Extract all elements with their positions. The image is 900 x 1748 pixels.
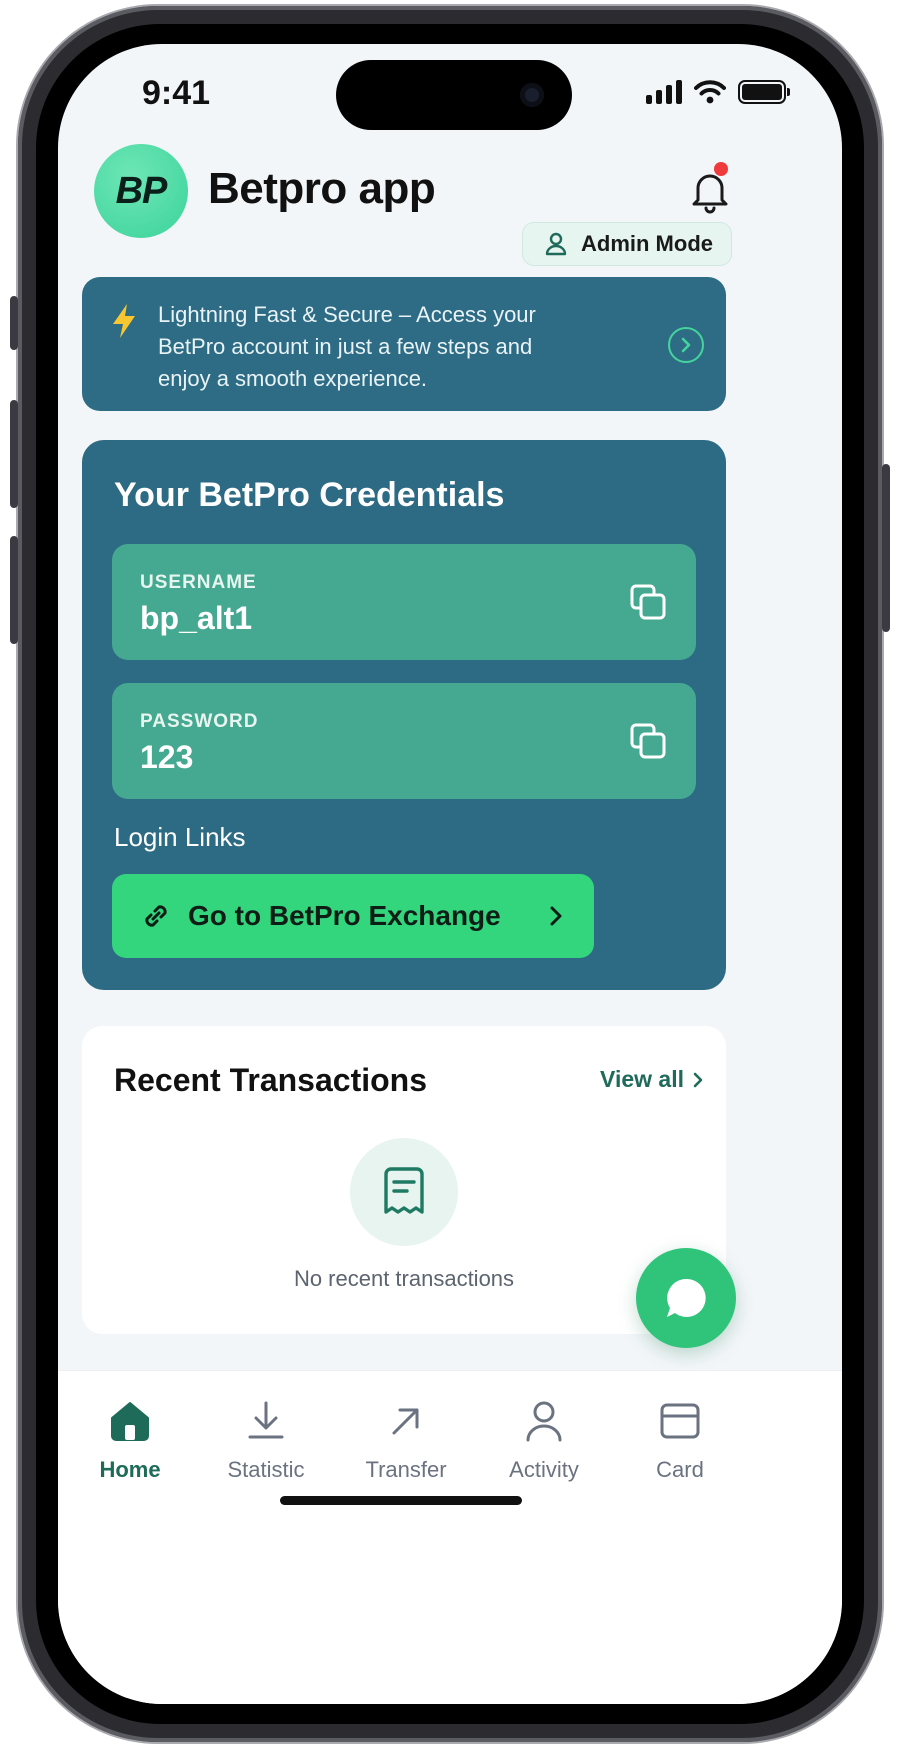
status-time: 9:41 [142,74,211,112]
status-icons [646,80,790,104]
chevron-right-icon [681,337,691,353]
copy-password-icon[interactable] [628,721,668,761]
recent-transactions-title: Recent Transactions [114,1062,427,1098]
home-icon [111,1402,149,1441]
nav-item-activity[interactable]: Activity [474,1391,614,1483]
user-icon [526,1401,562,1442]
password-label: PASSWORD [140,711,259,732]
card-icon [660,1403,700,1439]
battery-icon [738,80,790,104]
app-title: Betpro app [208,164,436,213]
chevron-right-icon [550,906,562,926]
volume-up-button [10,400,18,508]
front-camera [520,83,544,107]
nav-item-card[interactable]: Card [610,1391,750,1483]
chat-button[interactable] [636,1248,736,1348]
recent-transactions-card: Recent Transactions View all No recent t… [82,1026,726,1334]
lightning-icon [113,304,135,338]
promo-text: Lightning Fast & Secure – Access your Be… [158,302,536,391]
download-icon [248,1401,284,1439]
go-to-exchange-button[interactable]: Go to BetPro Exchange [112,874,594,958]
bottom-navigation: Home Statistic Transfer Activity Card [58,1370,842,1704]
power-button [882,464,890,632]
login-links-label: Login Links [114,822,246,852]
admin-mode-chip[interactable]: Admin Mode [522,222,732,266]
nav-item-transfer[interactable]: Transfer [336,1391,476,1483]
app-screen: 9:41 BP Betpro app Admin Mode Lightning … [58,44,842,1704]
volume-down-button [10,536,18,644]
receipt-icon [384,1167,424,1214]
nav-label-card: Card [656,1457,704,1482]
promo-banner[interactable]: Lightning Fast & Secure – Access your Be… [82,277,726,411]
user-icon [545,232,567,256]
go-to-exchange-label: Go to BetPro Exchange [188,900,501,931]
receipt-icon-container [350,1138,458,1246]
view-all-label: View all [600,1066,684,1092]
chat-bubble-icon [667,1278,706,1317]
notification-dot [714,162,728,176]
dynamic-island [336,60,572,130]
nav-label-home: Home [99,1457,161,1482]
wifi-icon [694,80,726,104]
home-indicator[interactable] [280,1496,522,1505]
nav-label-statistic: Statistic [227,1457,305,1482]
cellular-signal-icon [646,80,682,104]
password-field: PASSWORD 123 [112,683,696,799]
nav-item-statistic[interactable]: Statistic [196,1391,336,1483]
logo-text: BP [115,169,168,212]
empty-state-text: No recent transactions [293,1266,515,1291]
view-all-link[interactable]: View all [600,1066,704,1093]
nav-label-activity: Activity [509,1457,579,1482]
nav-item-home[interactable]: Home [60,1391,200,1483]
credentials-panel: Your BetPro Credentials USERNAME bp_alt1… [82,440,726,990]
username-value: bp_alt1 [140,600,253,636]
nav-label-transfer: Transfer [365,1457,447,1482]
promo-arrow-button[interactable] [668,327,704,363]
admin-mode-label: Admin Mode [581,231,713,256]
bell-icon[interactable] [688,168,732,216]
credentials-title: Your BetPro Credentials [114,476,505,514]
username-label: USERNAME [140,572,257,593]
link-icon [145,905,167,927]
app-logo: BP [94,144,188,238]
chevron-right-icon [693,1072,703,1087]
arrow-up-right-icon [392,1408,419,1435]
action-button [10,296,18,350]
password-value: 123 [140,739,194,775]
copy-username-icon[interactable] [628,582,668,622]
username-field: USERNAME bp_alt1 [112,544,696,660]
